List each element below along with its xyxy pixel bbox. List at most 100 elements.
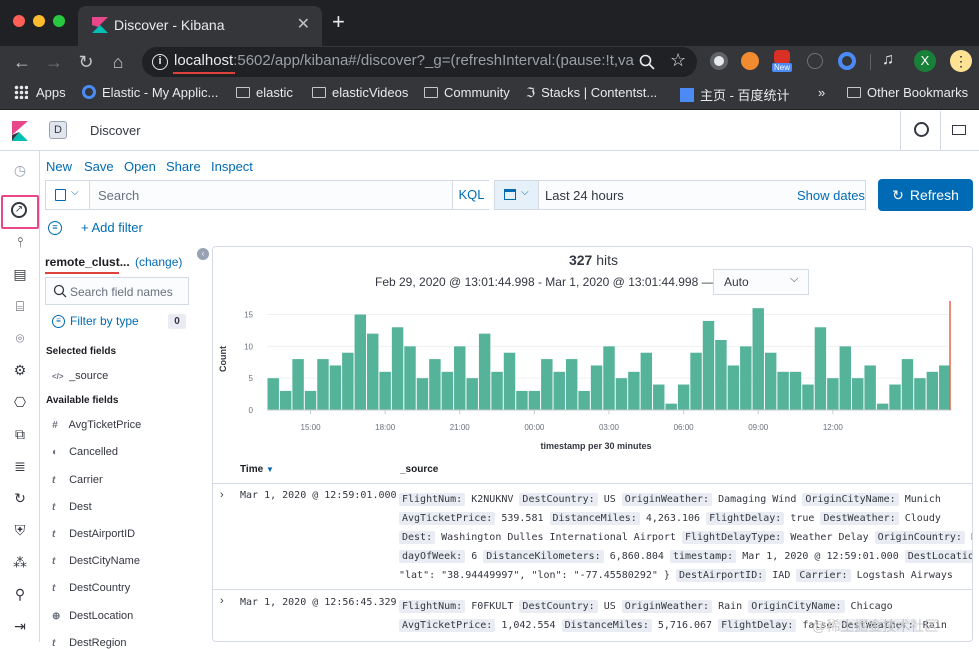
browser-tab[interactable]: Discover - Kibana ✕ — [78, 6, 322, 46]
collapse-menu-icon[interactable]: ⇥ — [11, 617, 29, 635]
add-filter-link[interactable]: + Add filter — [81, 220, 143, 235]
bookmark-elastic-videos[interactable]: elasticVideos — [312, 85, 408, 100]
histogram-bar — [379, 371, 391, 410]
source-value: Rain — [718, 601, 749, 612]
kibana-logo-icon[interactable] — [12, 121, 28, 141]
bookmark-baidu[interactable]: 主页 - 百度统计 — [680, 85, 790, 104]
menu-share[interactable]: Share — [166, 159, 201, 174]
field-carrier[interactable]: t Carrier — [52, 474, 103, 486]
siem-icon[interactable]: ⛨ — [11, 521, 29, 539]
back-icon[interactable]: ← — [10, 50, 34, 74]
saved-query-button[interactable]: ⌵ — [46, 181, 90, 209]
field-avgticketprice[interactable]: # AvgTicketPrice — [52, 419, 141, 431]
bookmark-apps[interactable]: Apps — [14, 85, 66, 100]
x-tick-label: 21:00 — [450, 423, 471, 432]
field-destregion[interactable]: t DestRegion — [52, 637, 127, 649]
apm-icon[interactable]: ≣ — [11, 457, 29, 475]
dev-tools-icon[interactable]: ⚲ — [11, 585, 29, 603]
minimize-window-button[interactable] — [33, 15, 45, 27]
discover-results-panel: 327 hits Feb 29, 2020 @ 13:01:44.998 - M… — [212, 246, 973, 642]
quick-select-button[interactable]: ⌵ — [495, 181, 539, 209]
uptime-icon[interactable]: ↻ — [11, 489, 29, 507]
media-queue-icon[interactable]: ♫ — [882, 51, 894, 69]
recent-clock-icon[interactable]: ◷ — [11, 161, 29, 179]
menu-open[interactable]: Open — [124, 159, 156, 174]
show-dates-link[interactable]: Show dates — [797, 188, 865, 203]
extension-blue-icon[interactable] — [838, 52, 856, 70]
source-line: FlightNum: K2NUKNV DestCountry: US Origi… — [399, 490, 972, 509]
space-badge[interactable]: D — [49, 121, 67, 139]
help-icon[interactable] — [914, 122, 929, 137]
filter-by-type-button[interactable]: Filter by type — [70, 314, 139, 328]
graph-icon[interactable]: ⁂ — [11, 553, 29, 571]
site-info-icon[interactable]: i — [152, 54, 168, 70]
bookmark-star-icon[interactable]: ☆ — [670, 50, 686, 71]
menu-new[interactable]: New — [46, 159, 72, 174]
refresh-button[interactable]: ↻ Refresh — [878, 179, 973, 211]
field-destcountry[interactable]: t DestCountry — [52, 582, 130, 594]
infrastructure-icon[interactable]: ⎔ — [11, 393, 29, 411]
histogram-bar — [491, 371, 503, 410]
field-destcityname[interactable]: t DestCityName — [52, 555, 140, 567]
expand-row-icon[interactable]: › — [220, 489, 224, 501]
histogram-bar — [777, 371, 789, 410]
canvas-icon[interactable]: ⌸ — [11, 297, 29, 315]
expand-row-icon[interactable]: › — [220, 595, 224, 607]
collapse-sidebar-icon[interactable]: ‹ — [197, 248, 209, 260]
index-pattern-title[interactable]: remote_clust... — [45, 255, 130, 269]
maximize-window-button[interactable] — [53, 15, 65, 27]
filter-options-icon[interactable]: ≡ — [48, 221, 62, 235]
field-destlocation[interactable]: ⊕ DestLocation — [52, 610, 133, 622]
home-icon[interactable]: ⌂ — [106, 50, 130, 74]
extension-circle-icon[interactable] — [710, 52, 728, 70]
bookmark-overflow[interactable]: » — [818, 85, 825, 100]
source-value: Chicago — [850, 601, 893, 612]
ml-icon[interactable]: ⚙ — [11, 361, 29, 379]
bookmark-elastic[interactable]: elastic — [236, 85, 293, 100]
visualize-icon[interactable]: ⫯ — [11, 233, 29, 251]
field-dest[interactable]: t Dest — [52, 501, 92, 513]
filter-type-icon: ≡ — [52, 315, 65, 328]
menu-inspect[interactable]: Inspect — [211, 159, 253, 174]
extension-info-icon[interactable] — [807, 53, 823, 69]
chrome-menu-icon[interactable]: ⋮ — [950, 50, 972, 72]
bookmark-label: elastic — [256, 85, 293, 100]
search-input[interactable]: Search — [98, 188, 139, 203]
bookmark-elastic-apps[interactable]: Elastic - My Applic... — [82, 85, 218, 100]
bookmark-other[interactable]: Other Bookmarks — [847, 85, 968, 100]
histogram-bar — [441, 371, 454, 410]
bookmark-stacks[interactable]: ℑ Stacks | Contentst... — [526, 85, 657, 101]
source-key: DestCountry: — [519, 493, 598, 506]
field-search-input[interactable]: Search field names — [45, 277, 189, 305]
field-cancelled[interactable]: ◐ Cancelled — [52, 446, 118, 458]
extension-orange-icon[interactable] — [741, 52, 759, 70]
watermark: @稀土掘金技术社区 — [812, 618, 939, 634]
source-key: Dest: — [399, 531, 436, 544]
geo-type-icon: ⊕ — [52, 611, 61, 622]
change-index-link[interactable]: (change) — [135, 255, 182, 269]
field-destairportid[interactable]: t DestAirportID — [52, 528, 135, 540]
mail-icon[interactable] — [952, 125, 966, 135]
reload-icon[interactable]: ↻ — [74, 50, 98, 74]
close-tab-icon[interactable]: ✕ — [297, 14, 310, 34]
number-type-icon: # — [52, 420, 58, 431]
time-range-text[interactable]: Last 24 hours — [545, 188, 624, 203]
forward-icon[interactable]: → — [42, 50, 66, 74]
logs-icon[interactable]: ⧉ — [11, 425, 29, 443]
folder-icon — [847, 87, 861, 98]
close-window-button[interactable] — [13, 15, 25, 27]
kql-toggle[interactable]: KQL — [452, 181, 490, 209]
maps-icon[interactable]: ⌾ — [11, 329, 29, 347]
extension-new-icon[interactable] — [774, 50, 790, 64]
menu-save[interactable]: Save — [84, 159, 114, 174]
new-tab-button[interactable]: + — [332, 11, 345, 33]
field-source[interactable]: </> _source — [52, 370, 108, 382]
dashboard-icon[interactable]: ▤ — [11, 265, 29, 283]
time-column-header[interactable]: Time ▼ — [240, 464, 274, 475]
zoom-search-icon[interactable] — [639, 54, 655, 70]
histogram-bar — [528, 390, 541, 410]
profile-avatar[interactable]: X — [914, 50, 936, 72]
header-divider — [900, 111, 901, 151]
field-name: DestRegion — [69, 637, 127, 649]
bookmark-community[interactable]: Community — [424, 85, 510, 100]
